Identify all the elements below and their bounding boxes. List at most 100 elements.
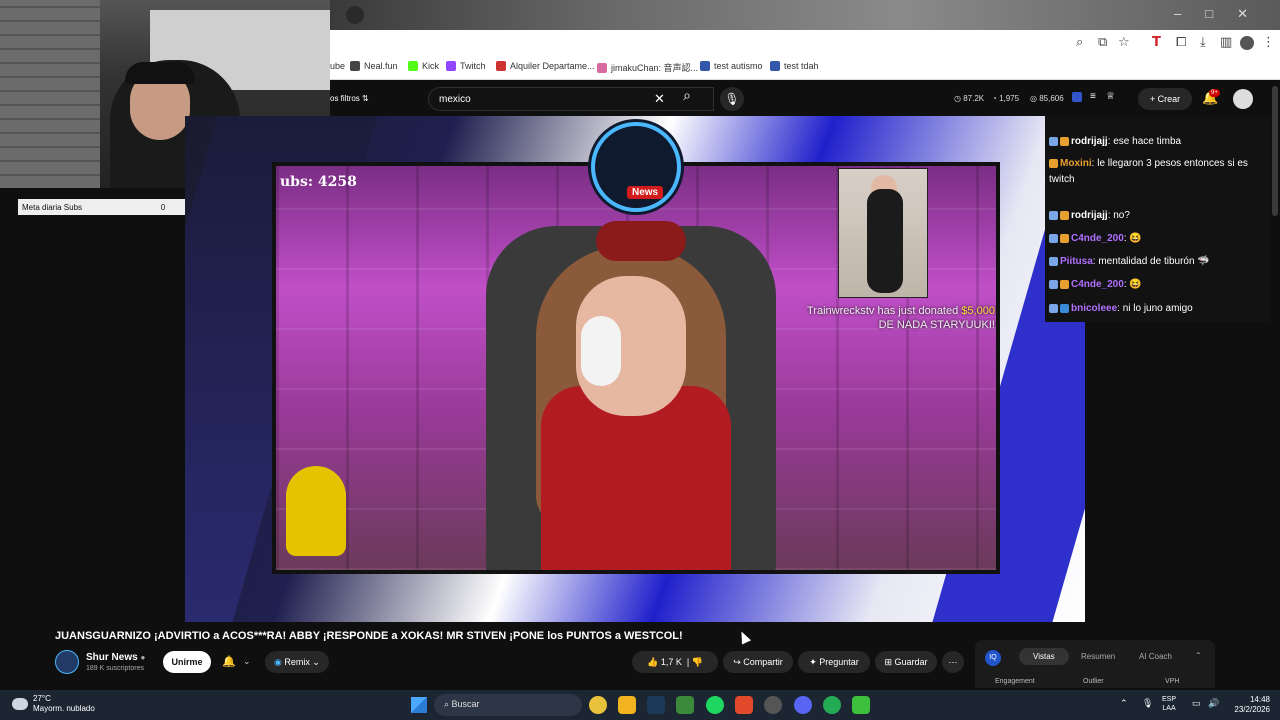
chat-text: : ese hace timba [1107, 136, 1182, 147]
folder-icon[interactable] [618, 696, 636, 714]
save-label: Guardar [894, 657, 928, 667]
like-dislike-button[interactable]: 👍 1,7 K | 👎 [632, 651, 718, 673]
badge-icon [1060, 136, 1069, 146]
bookmark-item[interactable]: Neal.fun [350, 61, 398, 71]
network-icon[interactable]: ▭ [1192, 698, 1201, 709]
tab-close-icon[interactable] [346, 6, 364, 24]
weather-widget[interactable]: 27°C Mayorm. nublado [33, 694, 95, 714]
remix-label: Remix [284, 657, 310, 667]
channel-name[interactable]: Shur News ● [86, 652, 145, 663]
chat-user[interactable]: rodrijajj [1071, 210, 1108, 221]
list-icon[interactable]: ≡ [1090, 91, 1096, 102]
channel-name-text: Shur News [86, 652, 138, 663]
video-player[interactable]: ubs: 4258 Trainwreckstv has just donated… [185, 116, 1085, 622]
tray-chevron-icon[interactable]: ⌃ [1120, 698, 1128, 709]
bookmark-label: Alquiler Departame... [510, 61, 595, 71]
remix-button[interactable]: ◉ Remix ⌄ [265, 651, 329, 673]
badge-icon [1049, 210, 1058, 220]
live-chat: rodrijajj: ese hace timba Moxini: le lle… [1045, 116, 1270, 322]
chat-text: : 😆 [1123, 279, 1142, 290]
app-icon[interactable] [764, 696, 782, 714]
bell-subscribe-icon[interactable]: 🔔 [222, 655, 236, 668]
chat-user[interactable]: rodrijajj [1071, 136, 1108, 147]
tab-ai-coach[interactable]: AI Coach [1139, 652, 1172, 661]
verified-icon: ● [140, 653, 146, 662]
donation-text: has just donated [877, 305, 959, 317]
app-cube-icon[interactable] [852, 696, 870, 714]
lang-2: LAA [1162, 705, 1176, 712]
bookmark-item[interactable]: Alquiler Departame... [496, 61, 595, 71]
ask-button[interactable]: ✦ Preguntar [798, 651, 870, 673]
spotify-icon[interactable] [706, 696, 724, 714]
mic-tray-icon[interactable]: 🎙 [1142, 698, 1153, 709]
sidepanel-icon[interactable]: ▥ [1220, 35, 1232, 50]
chat-user[interactable]: Moxini [1060, 158, 1092, 169]
start-icon[interactable] [411, 697, 427, 713]
donation-message: DE NADA STARYUUKI!! [878, 319, 998, 331]
clear-search-icon[interactable]: ✕ [654, 91, 665, 107]
tab-vistas[interactable]: Vistas [1019, 648, 1069, 665]
bookmark-item[interactable]: Kick [408, 61, 439, 71]
taskbar-search[interactable]: ⌕ Buscar [434, 694, 582, 716]
discord-icon[interactable] [794, 696, 812, 714]
mic-icon[interactable]: 🎙 [720, 87, 744, 111]
search-icon[interactable]: ⌕ [672, 87, 702, 111]
filters-button[interactable]: os filtros ⇅ [330, 94, 369, 103]
tab-resumen[interactable]: Resumen [1081, 652, 1115, 661]
user-avatar[interactable] [1233, 89, 1253, 109]
language-indicator[interactable]: ESP LAA [1162, 695, 1176, 713]
share-button[interactable]: ↪ Compartir [723, 651, 793, 673]
bookmark-item[interactable]: test autismo [700, 61, 763, 71]
save-icon: ⊞ [884, 657, 892, 667]
subs-stat: ◎ 85,606 [1030, 94, 1064, 103]
bookmark-item[interactable]: test tdah [770, 61, 819, 71]
steam-icon[interactable] [647, 696, 665, 714]
chat-user[interactable]: bnicoleee [1071, 303, 1117, 314]
bookmark-item[interactable]: Twitch [446, 61, 486, 71]
analytics-logo-icon: IQ [985, 650, 1001, 666]
brave-icon[interactable] [735, 696, 753, 714]
award-icon[interactable]: ♕ [1106, 91, 1115, 102]
bookmark-item[interactable]: ube [330, 61, 345, 71]
channel-avatar[interactable] [55, 650, 79, 674]
search-label: Buscar [451, 699, 480, 709]
like-count: 1,7 K [660, 657, 682, 667]
create-label: Crear [1157, 94, 1181, 104]
chat-user[interactable]: C4nde_200 [1071, 233, 1124, 244]
page-scrollbar[interactable] [1272, 86, 1278, 216]
bookmark-icon [350, 61, 360, 71]
extension-icon[interactable] [1072, 92, 1082, 102]
zoom-icon[interactable]: ⌕ [1076, 35, 1083, 50]
browser-toolbar: ⌕ ⧉ ☆ T ⧠ ⤓ ▥ ⋮ [330, 30, 1280, 56]
save-button[interactable]: ⊞ Guardar [875, 651, 937, 673]
volume-icon[interactable]: 🔊 [1208, 698, 1219, 709]
badge-icon [1060, 279, 1069, 289]
stream-frame: ubs: 4258 Trainwreckstv has just donated… [272, 162, 1000, 574]
download-icon[interactable]: ⤓ [1200, 35, 1206, 50]
chat-user[interactable]: Piitusa [1060, 256, 1093, 267]
chrome-icon[interactable] [589, 696, 607, 714]
bookmark-star-icon[interactable]: ☆ [1118, 35, 1130, 50]
filters-label: os filtros [330, 94, 360, 103]
chevron-down-icon[interactable]: ⌄ [243, 656, 251, 667]
collapse-icon[interactable]: ⌃ [1195, 651, 1202, 660]
create-button[interactable]: + Crear [1138, 88, 1192, 110]
badge-icon [1049, 256, 1058, 266]
clock[interactable]: 14:48 23/2/2026 [1226, 695, 1270, 715]
bookmark-item[interactable]: jimakuChan: 音声認... [597, 61, 698, 74]
menu-icon[interactable]: ⋮ [1262, 35, 1275, 50]
more-actions-icon[interactable]: ⋯ [942, 651, 964, 673]
chat-user[interactable]: C4nde_200 [1071, 279, 1124, 290]
app-green-icon[interactable] [823, 696, 841, 714]
minecraft-icon[interactable] [676, 696, 694, 714]
hair-bow [596, 221, 686, 261]
cast-icon[interactable]: ⧉ [1098, 35, 1107, 50]
extension-tp-icon[interactable]: T [1152, 35, 1161, 50]
goal-label: Meta diaria Subs [22, 202, 83, 212]
bookmark-label: test autismo [714, 61, 763, 71]
profile-avatar[interactable] [1240, 36, 1254, 50]
analytics-panel: IQ Vistas Resumen AI Coach ⌃ Engagement … [975, 640, 1215, 688]
window-controls[interactable]: –□✕ [1174, 6, 1272, 22]
extensions-icon[interactable]: ⧠ [1176, 35, 1186, 50]
join-button[interactable]: Unirme [163, 651, 211, 673]
